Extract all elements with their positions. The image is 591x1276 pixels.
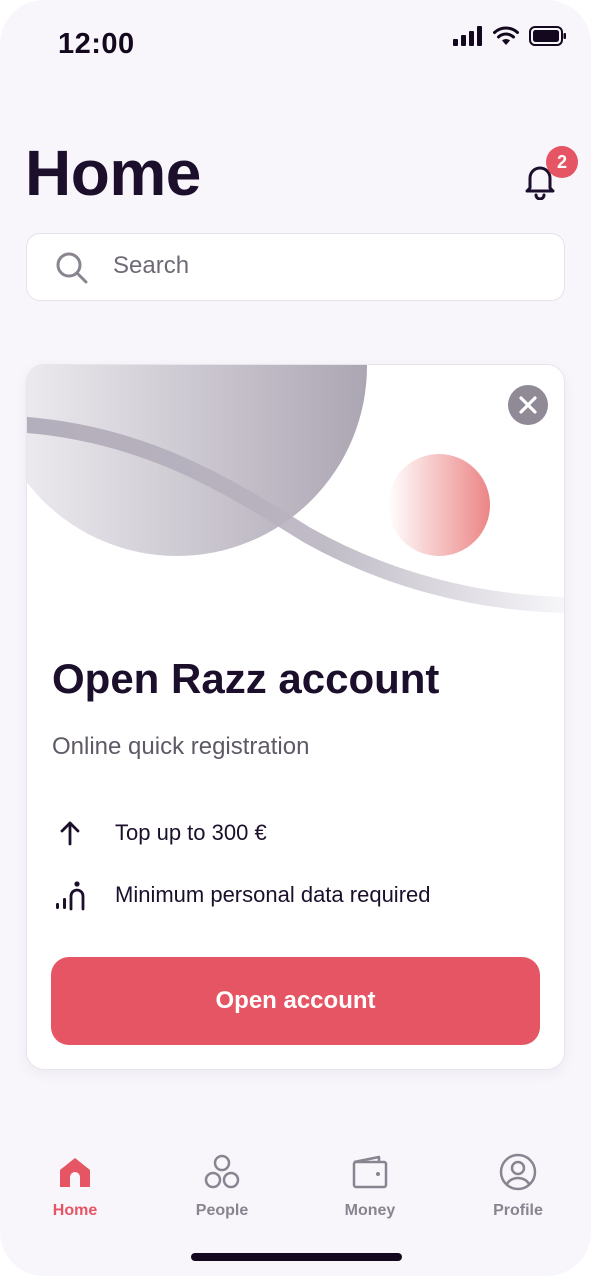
battery-icon bbox=[529, 26, 566, 46]
wallet-icon bbox=[352, 1155, 388, 1189]
card-illustration bbox=[27, 365, 564, 613]
nav-label: People bbox=[195, 1202, 249, 1219]
cellular-signal-icon bbox=[453, 26, 482, 46]
search-icon bbox=[56, 252, 88, 284]
phone-screen: 12:00 Home 2 Search Open Razz account On… bbox=[0, 0, 591, 1276]
page-title: Home bbox=[25, 137, 201, 209]
feature-text: Minimum personal data required bbox=[115, 882, 431, 907]
status-time: 12:00 bbox=[58, 28, 135, 60]
nav-label: Money bbox=[344, 1202, 396, 1219]
profile-icon bbox=[499, 1153, 537, 1191]
bottom-nav: Home People Money Profile bbox=[0, 1140, 591, 1240]
nav-item-people[interactable]: People bbox=[172, 1152, 272, 1220]
open-account-card: Open Razz account Online quick registrat… bbox=[26, 364, 565, 1070]
search-input[interactable] bbox=[113, 234, 533, 298]
status-icons bbox=[453, 26, 567, 46]
feature-item: Top up to 300 € bbox=[52, 815, 267, 851]
nav-item-money[interactable]: Money bbox=[320, 1152, 420, 1220]
notification-badge: 2 bbox=[546, 146, 578, 178]
open-account-button[interactable]: Open account bbox=[51, 957, 540, 1045]
close-icon bbox=[519, 396, 537, 414]
feature-item: Minimum personal data required bbox=[52, 877, 431, 913]
close-button[interactable] bbox=[508, 385, 548, 425]
search-bar[interactable] bbox=[26, 233, 565, 301]
person-signal-icon bbox=[56, 881, 85, 911]
nav-item-home[interactable]: Home bbox=[25, 1152, 125, 1220]
home-icon bbox=[60, 1158, 90, 1187]
card-subtitle: Online quick registration bbox=[52, 733, 310, 760]
nav-item-profile[interactable]: Profile bbox=[468, 1152, 568, 1220]
home-indicator[interactable] bbox=[191, 1253, 402, 1261]
feature-text: Top up to 300 € bbox=[115, 820, 267, 845]
arrow-up-icon bbox=[60, 821, 80, 846]
wifi-icon bbox=[493, 26, 519, 45]
card-title: Open Razz account bbox=[52, 655, 440, 702]
people-icon bbox=[204, 1154, 240, 1189]
nav-label: Profile bbox=[493, 1202, 543, 1219]
nav-label: Home bbox=[52, 1202, 98, 1219]
